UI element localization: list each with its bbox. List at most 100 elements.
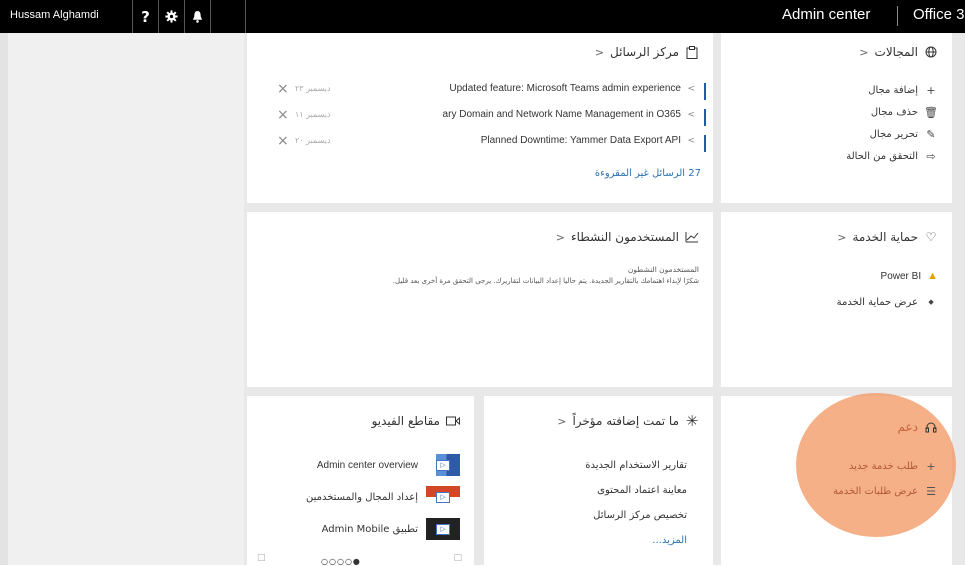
domains-header[interactable]: المجالات < bbox=[859, 45, 938, 59]
message-date: ديسمبر ٢٠ bbox=[295, 136, 331, 145]
left-pane bbox=[0, 33, 244, 565]
plus-icon: + bbox=[926, 459, 936, 473]
video-item[interactable]: ▷ Admin center overview bbox=[317, 454, 460, 476]
view-service-health-link[interactable]: ◆ عرض حماية الخدمة bbox=[837, 295, 938, 309]
message-text[interactable]: Updated feature: Microsoft Teams admin e… bbox=[449, 83, 681, 94]
warning-icon: ▲ bbox=[927, 270, 938, 282]
admin-center-title[interactable]: Admin center bbox=[782, 6, 870, 23]
message-date: ديسمبر ٢٣ bbox=[295, 84, 331, 93]
carousel-prev-button[interactable]: □ bbox=[257, 553, 266, 563]
active-users-subtitle: المستخدمون النشطون bbox=[627, 265, 699, 274]
unread-messages-link[interactable]: 27 الرسائل غير المقروءة bbox=[595, 168, 701, 179]
add-domain-action[interactable]: + إضافة مجال bbox=[868, 83, 938, 97]
message-center-card: مركز الرسائل < < Updated feature: Micros… bbox=[247, 33, 713, 203]
arrow-bullet-icon: ◆ bbox=[928, 298, 934, 306]
service-warning-label: Power BI bbox=[880, 270, 922, 282]
message-text[interactable]: ary Domain and Network Name Management i… bbox=[443, 109, 681, 120]
video-title: تطبيق Admin Mobile bbox=[321, 523, 418, 535]
notifications-button[interactable] bbox=[184, 0, 210, 33]
active-users-message: شكرًا لإبداء اهتمامك بالتقارير الجديدة. … bbox=[392, 277, 699, 285]
office-title[interactable]: Office 3 bbox=[913, 6, 964, 23]
check-status-label: التحقق من الحالة bbox=[846, 150, 918, 162]
support-header[interactable]: دعم bbox=[898, 420, 939, 434]
support-card-content: دعم + طلب خدمة جديد ☰ عرض طلبات الخدمة bbox=[721, 396, 952, 565]
view-service-requests-action[interactable]: ☰ عرض طلبات الخدمة bbox=[833, 484, 938, 498]
view-service-requests-label: عرض طلبات الخدمة bbox=[833, 485, 918, 497]
whats-new-item[interactable]: تقارير الاستخدام الجديدة bbox=[585, 460, 687, 471]
video-item[interactable]: ▷ إعداد المجال والمستخدمين bbox=[306, 486, 460, 508]
videos-card: مقاطع الفيديو ▷ Admin center overview ▷ … bbox=[247, 396, 474, 566]
check-status-action[interactable]: ⇨ التحقق من الحالة bbox=[846, 149, 938, 163]
service-health-header[interactable]: ♡ حماية الخدمة < bbox=[837, 230, 938, 244]
delete-domain-label: حذف مجال bbox=[870, 106, 918, 118]
topbar-divider bbox=[245, 0, 246, 33]
new-service-request-label: طلب خدمة جديد bbox=[848, 460, 918, 472]
settings-button[interactable] bbox=[158, 0, 184, 33]
help-icon: ? bbox=[141, 7, 150, 26]
active-users-header[interactable]: المستخدمون النشطاء < bbox=[556, 230, 699, 244]
domains-card: المجالات < + إضافة مجال 🗑 حذف مجال ✎ تحر… bbox=[721, 33, 952, 203]
whats-new-header[interactable]: ✳ ما تمت إضافته مؤخراً < bbox=[557, 412, 699, 430]
message-center-title: مركز الرسائل bbox=[610, 45, 679, 59]
service-warning-item[interactable]: ▲ Power BI bbox=[881, 270, 938, 282]
edit-domain-action[interactable]: ✎ تحرير مجال bbox=[870, 127, 938, 141]
whats-new-title: ما تمت إضافته مؤخراً bbox=[572, 414, 679, 428]
whats-new-item[interactable]: تخصيص مركز الرسائل bbox=[593, 510, 687, 521]
topbar-spacer bbox=[210, 0, 245, 33]
chevron-left-icon: < bbox=[555, 230, 565, 244]
expand-icon[interactable]: < bbox=[687, 110, 695, 120]
expand-icon[interactable]: < bbox=[687, 136, 695, 146]
expand-icon[interactable]: < bbox=[687, 84, 695, 94]
heart-icon: ♡ bbox=[925, 230, 937, 244]
message-accent-bar bbox=[704, 135, 706, 152]
whats-new-more-link[interactable]: المزيد... bbox=[652, 535, 687, 546]
globe-icon bbox=[924, 45, 938, 59]
close-icon[interactable]: × bbox=[277, 133, 289, 149]
trash-icon: 🗑 bbox=[924, 105, 938, 119]
plus-icon: + bbox=[926, 83, 936, 97]
message-accent-bar bbox=[704, 83, 706, 100]
chevron-left-icon: < bbox=[859, 45, 869, 59]
video-thumbnail: ▷ bbox=[426, 454, 460, 476]
user-name[interactable]: Hussam Alghamdi bbox=[10, 0, 132, 33]
message-row[interactable]: < ary Domain and Network Name Management… bbox=[247, 107, 713, 127]
carousel-next-button[interactable]: □ bbox=[453, 553, 462, 563]
left-pane-edge bbox=[0, 33, 8, 565]
pencil-icon: ✎ bbox=[926, 127, 936, 141]
support-title: دعم bbox=[897, 420, 919, 434]
videos-header[interactable]: مقاطع الفيديو bbox=[372, 414, 460, 428]
chevron-left-icon: < bbox=[557, 414, 567, 428]
delete-domain-action[interactable]: 🗑 حذف مجال bbox=[871, 105, 938, 119]
message-center-header[interactable]: مركز الرسائل < bbox=[595, 45, 699, 59]
edit-domain-label: تحرير مجال bbox=[869, 128, 918, 140]
play-icon: ▷ bbox=[436, 523, 450, 535]
message-text[interactable]: Planned Downtime: Yammer Data Export API bbox=[481, 135, 681, 146]
list-icon: ☰ bbox=[926, 484, 936, 498]
video-item[interactable]: ▷ تطبيق Admin Mobile bbox=[322, 518, 460, 540]
view-service-health-label: عرض حماية الخدمة bbox=[836, 296, 918, 308]
close-icon[interactable]: × bbox=[277, 81, 289, 97]
new-service-request-action[interactable]: + طلب خدمة جديد bbox=[849, 459, 938, 473]
message-accent-bar bbox=[704, 109, 706, 126]
whats-new-item[interactable]: معاينة اعتماد المحتوى bbox=[597, 485, 687, 496]
add-domain-label: إضافة مجال bbox=[868, 84, 918, 96]
message-row[interactable]: < Planned Downtime: Yammer Data Export A… bbox=[247, 133, 713, 153]
video-title: Admin center overview bbox=[316, 459, 418, 471]
play-icon: ▷ bbox=[436, 459, 450, 471]
close-icon[interactable]: × bbox=[277, 107, 289, 123]
message-row[interactable]: < Updated feature: Microsoft Teams admin… bbox=[247, 81, 713, 101]
active-users-title: المستخدمون النشطاء bbox=[570, 230, 679, 244]
video-thumbnail: ▷ bbox=[426, 486, 460, 508]
service-health-card: ♡ حماية الخدمة < ▲ Power BI ◆ عرض حماية … bbox=[721, 212, 952, 387]
chevron-left-icon: < bbox=[837, 230, 847, 244]
domains-title: المجالات bbox=[874, 45, 918, 59]
videos-title: مقاطع الفيديو bbox=[371, 414, 440, 428]
help-button[interactable]: ? bbox=[132, 0, 158, 33]
bell-icon bbox=[192, 11, 203, 23]
active-users-card: المستخدمون النشطاء < المستخدمون النشطون … bbox=[247, 212, 713, 387]
clipboard-icon bbox=[685, 45, 699, 59]
check-status-icon: ⇨ bbox=[926, 149, 936, 163]
service-health-title: حماية الخدمة bbox=[852, 230, 919, 244]
gear-icon bbox=[165, 10, 178, 23]
video-icon bbox=[446, 414, 460, 428]
